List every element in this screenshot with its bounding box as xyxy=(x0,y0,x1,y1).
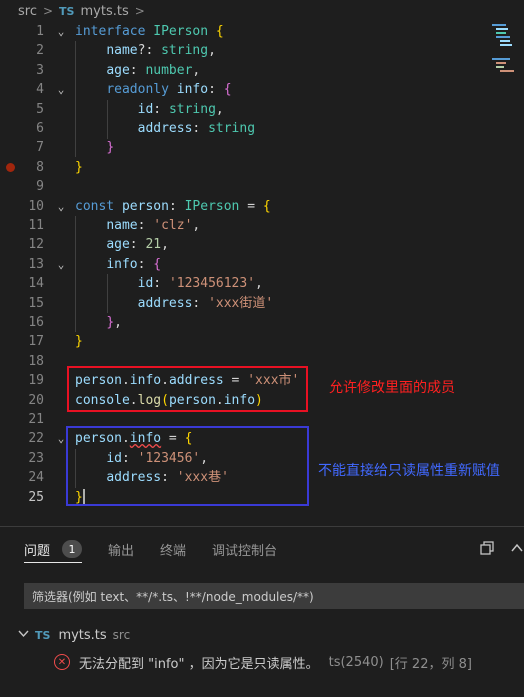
breadcrumb-file[interactable]: myts.ts xyxy=(80,4,128,19)
code-text: } xyxy=(75,159,83,175)
annotation-note-red: 允许修改里面的成员 xyxy=(329,380,455,396)
breadcrumb-folder[interactable]: src xyxy=(18,4,37,19)
code-line[interactable]: 10 ⌄ const person: IPerson = { xyxy=(0,197,524,216)
tab-output[interactable]: 输出 xyxy=(108,527,134,571)
code-line[interactable]: 2 name?: string, xyxy=(0,41,524,60)
annotation-box-blue xyxy=(66,426,309,506)
code-text: interface IPerson { xyxy=(75,24,224,39)
tab-terminal[interactable]: 终端 xyxy=(160,527,186,571)
line-number: 12 xyxy=(28,237,44,253)
tab-label: 输出 xyxy=(108,543,135,559)
code-text: age: number, xyxy=(106,62,201,78)
line-number: 11 xyxy=(28,218,44,233)
code-text: address: 'xxx街道' xyxy=(137,295,274,311)
code-text: readonly info: { xyxy=(106,82,232,98)
code-text: } xyxy=(75,334,83,350)
chevron-right-icon: > xyxy=(42,4,54,18)
panel-tabs: 问题 1 输出 终端 调试控制台 xyxy=(0,527,524,571)
code-text: age: 21, xyxy=(106,237,169,253)
line-number: 6 xyxy=(36,121,44,136)
line-number: 25 xyxy=(28,489,44,505)
fold-chevron-icon[interactable]: ⌄ xyxy=(54,22,68,41)
line-number: 5 xyxy=(36,101,44,117)
tab-problems[interactable]: 问题 1 xyxy=(24,527,83,571)
code-line[interactable]: 9 xyxy=(0,177,524,196)
error-source: ts(2540) xyxy=(328,654,384,670)
code-line[interactable]: 13 ⌄ info: { xyxy=(0,255,524,274)
line-number: 10 xyxy=(28,198,44,214)
code-line[interactable]: 6 address: string xyxy=(0,119,524,138)
problem-file-dir: src xyxy=(112,628,131,642)
line-number: 20 xyxy=(28,392,44,408)
error-message: 无法分配到 "info" ，因为它是只读属性。 xyxy=(79,656,319,672)
filter-placeholder: 筛选器(例如 text、**/*.ts、!**/node_modules/**) xyxy=(32,589,314,604)
code-text: id: string, xyxy=(137,101,224,117)
code-line[interactable]: 1 ⌄ interface IPerson { xyxy=(0,22,524,41)
code-line[interactable]: 17} xyxy=(0,332,524,351)
breadcrumb: src > TS myts.ts > xyxy=(0,0,524,22)
code-text: }, xyxy=(106,315,122,330)
copy-icon[interactable] xyxy=(480,541,495,560)
problem-item[interactable]: ✕ 无法分配到 "info" ，因为它是只读属性。 ts(2540) [行 22… xyxy=(0,651,524,673)
fold-chevron-icon[interactable]: ⌄ xyxy=(54,197,68,216)
problem-file-name: myts.ts xyxy=(58,627,107,643)
fold-chevron-icon[interactable]: ⌄ xyxy=(54,80,68,99)
code-line[interactable]: 3 age: number, xyxy=(0,61,524,80)
code-text: const person: IPerson = { xyxy=(75,198,271,214)
line-number: 18 xyxy=(28,353,44,369)
line-number: 3 xyxy=(36,62,44,78)
annotation-box-red xyxy=(67,366,308,412)
line-number: 19 xyxy=(28,373,44,389)
code-line[interactable]: 11 name: 'clz', xyxy=(0,216,524,235)
code-text: id: '123456123', xyxy=(137,276,263,292)
problems-filter-input[interactable]: 筛选器(例如 text、**/*.ts、!**/node_modules/**) xyxy=(24,583,524,609)
code-line[interactable]: 14 id: '123456123', xyxy=(0,274,524,293)
code-text: address: string xyxy=(137,121,256,136)
tab-label: 终端 xyxy=(160,543,187,559)
chevron-right-icon: > xyxy=(134,4,145,18)
problems-panel: 问题 1 输出 终端 调试控制台 筛选器(例如 text、**/*.ts、!**… xyxy=(0,526,524,697)
code-line[interactable]: 7 } xyxy=(0,138,524,157)
code-line[interactable]: 5 id: string, xyxy=(0,100,524,119)
problem-file-row[interactable]: TS myts.ts src xyxy=(0,625,524,645)
typescript-file-icon: TS xyxy=(35,628,51,642)
line-number: 9 xyxy=(36,179,44,195)
line-number: 14 xyxy=(28,276,44,292)
code-text: } xyxy=(106,140,115,156)
error-icon: ✕ xyxy=(54,654,70,670)
line-number: 2 xyxy=(36,43,44,59)
error-position: [行 22，列 8] xyxy=(389,656,472,672)
line-number: 16 xyxy=(28,315,44,330)
code-line[interactable]: 12 age: 21, xyxy=(0,235,524,254)
code-text: info: { xyxy=(106,256,162,272)
line-number: 15 xyxy=(28,295,44,311)
line-number: 1 xyxy=(36,24,44,39)
annotation-note-blue: 不能直接给只读属性重新赋值 xyxy=(318,463,500,479)
problem-count-badge: 1 xyxy=(62,540,83,558)
code-line[interactable]: 4 ⌄ readonly info: { xyxy=(0,80,524,99)
typescript-file-icon: TS xyxy=(59,4,75,18)
code-text: name: 'clz', xyxy=(106,218,201,233)
line-number: 21 xyxy=(28,412,44,427)
line-number: 22 xyxy=(28,431,44,447)
line-number: 4 xyxy=(36,82,44,98)
code-text: name?: string, xyxy=(106,43,216,59)
chevron-up-icon[interactable] xyxy=(510,541,524,559)
line-number: 23 xyxy=(28,450,44,466)
line-number: 7 xyxy=(36,140,44,156)
fold-chevron-icon[interactable]: ⌄ xyxy=(54,255,68,274)
line-number: 8 xyxy=(36,159,44,175)
code-line[interactable]: 15 address: 'xxx街道' xyxy=(0,294,524,313)
line-number: 17 xyxy=(28,334,44,350)
line-number: 24 xyxy=(28,470,44,486)
minimap[interactable] xyxy=(488,22,524,82)
line-number: 13 xyxy=(28,256,44,272)
code-line[interactable]: 8} xyxy=(0,158,524,177)
code-line[interactable]: 16 }, xyxy=(0,313,524,332)
tab-label: 问题 xyxy=(24,543,51,559)
tab-label: 调试控制台 xyxy=(212,543,278,559)
chevron-down-icon[interactable] xyxy=(18,628,29,642)
tab-debug-console[interactable]: 调试控制台 xyxy=(212,527,277,571)
